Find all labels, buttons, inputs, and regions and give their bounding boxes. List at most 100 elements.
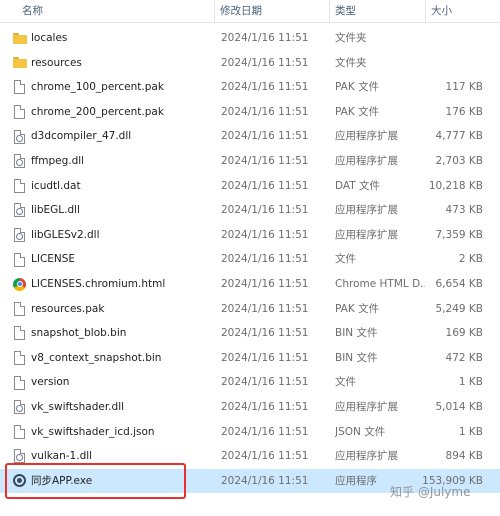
file-date: 2024/1/16 11:51 [221, 376, 309, 389]
file-size: 5,014 KB [435, 400, 484, 413]
file-type: Chrome HTML D... [335, 277, 425, 290]
file-name: libEGL.dll [31, 204, 80, 217]
dll-icon [14, 400, 25, 415]
file-explorer: 名称 ⌃ 修改日期 类型 大小 locales 2024/1/16 11:51 文件… [0, 0, 500, 516]
column-divider[interactable] [425, 0, 426, 22]
file-date: 2024/1/16 11:51 [221, 327, 309, 340]
column-header-date[interactable]: 修改日期 [220, 0, 262, 22]
column-header-bar: 名称 ⌃ 修改日期 类型 大小 [0, 0, 500, 23]
file-type: PAK 文件 [335, 302, 380, 315]
dll-icon [14, 449, 25, 464]
file-icon-cell [13, 297, 27, 322]
file-row[interactable]: d3dcompiler_47.dll 2024/1/16 11:51 应用程序扩展 4… [0, 124, 500, 149]
file-row[interactable]: snapshot_blob.bin 2024/1/16 11:51 BIN 文件 16… [0, 321, 500, 346]
file-size: 117 KB [445, 81, 483, 94]
file-date: 2024/1/16 11:51 [221, 228, 309, 241]
chrome-icon [13, 277, 26, 291]
file-size: 473 KB [445, 204, 483, 217]
file-date: 2024/1/16 11:51 [221, 400, 309, 413]
file-icon-cell [13, 75, 27, 100]
column-divider[interactable] [214, 0, 215, 22]
file-size: 472 KB [445, 351, 483, 364]
file-icon-cell [13, 370, 27, 395]
file-type: JSON 文件 [335, 425, 386, 438]
column-header-type[interactable]: 类型 [335, 0, 356, 22]
file-type: 文件 [335, 253, 356, 266]
file-row[interactable]: vk_swiftshader.dll 2024/1/16 11:51 应用程序扩展 5… [0, 395, 500, 420]
dll-icon [14, 203, 25, 218]
file-icon-cell [13, 100, 27, 125]
file-row[interactable]: version 2024/1/16 11:51 文件 1 KB [0, 370, 500, 395]
file-row[interactable]: ffmpeg.dll 2024/1/16 11:51 应用程序扩展 2,703 KB [0, 149, 500, 174]
file-size: 2,703 KB [435, 154, 484, 167]
file-type: 应用程序扩展 [335, 228, 398, 241]
file-date: 2024/1/16 11:51 [221, 130, 309, 143]
file-icon-cell [13, 395, 27, 420]
file-name: resources [31, 56, 82, 69]
file-icon [14, 375, 25, 390]
file-row[interactable]: libEGL.dll 2024/1/16 11:51 应用程序扩展 473 KB [0, 198, 500, 223]
file-row[interactable]: libGLESv2.dll 2024/1/16 11:51 应用程序扩展 7,359 … [0, 223, 500, 248]
file-date: 2024/1/16 11:51 [221, 302, 309, 315]
file-row[interactable]: chrome_200_percent.pak 2024/1/16 11:51 PAK… [0, 100, 500, 125]
file-name: vk_swiftshader.dll [31, 400, 125, 413]
file-name: ffmpeg.dll [31, 154, 85, 167]
file-row[interactable]: resources 2024/1/16 11:51 文件夹 [0, 51, 500, 76]
file-size: 2 KB [458, 253, 483, 266]
file-row[interactable]: vk_swiftshader_icd.json 2024/1/16 11:51 JS… [0, 420, 500, 445]
file-date: 2024/1/16 11:51 [221, 277, 309, 290]
file-icon [14, 326, 25, 341]
file-icon-cell [13, 272, 27, 297]
file-size [415, 26, 483, 51]
column-header-name[interactable]: 名称 [22, 0, 43, 22]
file-list: locales 2024/1/16 11:51 文件夹 resources 2024/1… [0, 26, 500, 494]
file-row[interactable]: chrome_100_percent.pak 2024/1/16 11:51 PAK… [0, 75, 500, 100]
folder-icon [13, 57, 27, 69]
file-name: locales [31, 32, 68, 44]
file-type: 文件夹 [335, 56, 367, 69]
file-name: v8_context_snapshot.bin [31, 351, 162, 364]
file-row[interactable]: LICENSES.chromium.html 2024/1/16 11:51 Chr… [0, 272, 500, 297]
file-icon [14, 252, 25, 267]
file-icon-cell [13, 51, 27, 76]
column-divider[interactable] [329, 0, 330, 22]
column-header-size[interactable]: 大小 [431, 0, 452, 22]
file-icon-cell [13, 223, 27, 248]
dll-icon [14, 228, 25, 243]
file-row[interactable]: icudtl.dat 2024/1/16 11:51 DAT 文件 10,218 KB [0, 174, 500, 199]
file-icon-cell [13, 198, 27, 223]
file-size: 176 KB [445, 105, 483, 118]
file-date: 2024/1/16 11:51 [221, 32, 309, 44]
file-icon-cell [13, 174, 27, 199]
file-type: 应用程序扩展 [335, 204, 398, 217]
file-date: 2024/1/16 11:51 [221, 204, 309, 217]
file-row[interactable]: LICENSE 2024/1/16 11:51 文件 2 KB [0, 247, 500, 272]
file-name: icudtl.dat [31, 179, 81, 192]
watermark-text: 知乎 @Julyme [390, 485, 471, 499]
file-icon-cell [13, 149, 27, 174]
file-row[interactable]: v8_context_snapshot.bin 2024/1/16 11:51 BI… [0, 346, 500, 371]
file-icon-cell [13, 321, 27, 346]
file-type: BIN 文件 [335, 351, 378, 364]
file-row[interactable]: resources.pak 2024/1/16 11:51 PAK 文件 5,249 … [0, 297, 500, 322]
file-icon [14, 178, 25, 193]
file-type: DAT 文件 [335, 179, 381, 192]
file-size: 894 KB [445, 450, 483, 463]
file-size: 10,218 KB [428, 179, 483, 192]
file-type: 应用程序扩展 [335, 450, 398, 463]
file-name: chrome_100_percent.pak [31, 81, 164, 94]
file-size: 5,249 KB [435, 302, 484, 315]
highlight-annotation-box [5, 463, 186, 499]
file-size: 4,777 KB [435, 130, 484, 143]
file-icon [14, 80, 25, 95]
file-type: PAK 文件 [335, 105, 380, 118]
file-name: version [31, 376, 70, 389]
file-name: LICENSE [31, 253, 76, 266]
file-icon-cell [13, 124, 27, 149]
file-type: 应用程序扩展 [335, 130, 398, 143]
file-icon-cell [13, 346, 27, 371]
file-size: 7,359 KB [435, 228, 484, 241]
file-date: 2024/1/16 11:51 [221, 179, 309, 192]
file-name: LICENSES.chromium.html [31, 277, 166, 290]
file-row[interactable]: locales 2024/1/16 11:51 文件夹 [0, 26, 500, 51]
